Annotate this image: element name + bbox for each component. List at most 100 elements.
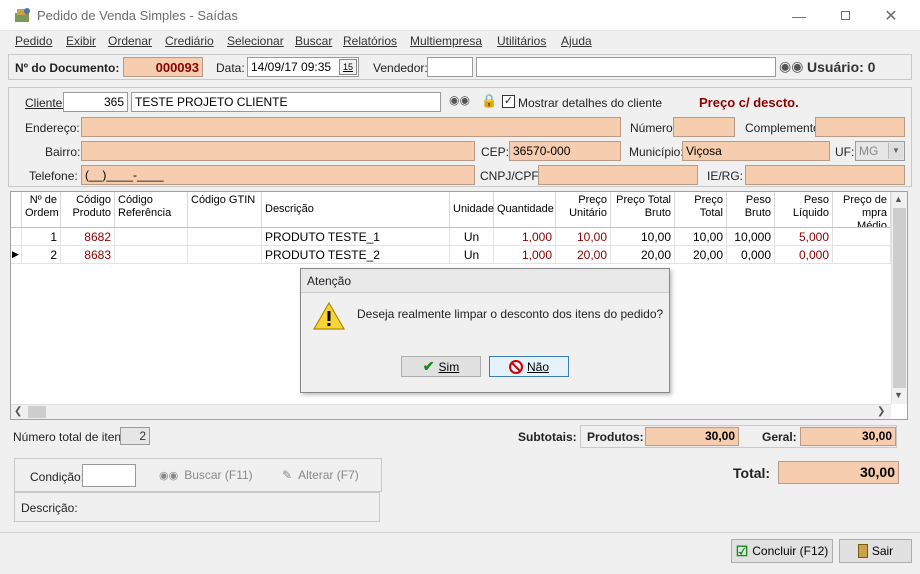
cliente-code-field[interactable]: 365	[63, 92, 128, 112]
scroll-left-icon[interactable]: ❮	[14, 406, 22, 417]
cell-pesobruto[interactable]: 10,000	[727, 228, 775, 246]
cell-quantidade[interactable]: 1,000	[494, 228, 556, 246]
calendar-icon[interactable]: 15	[339, 59, 357, 75]
vendedor-name-field[interactable]	[476, 57, 776, 77]
cliente-binoculars-icon[interactable]: ◉◉	[449, 93, 470, 107]
col-precomedio[interactable]: Preço de mpra Médio	[833, 192, 891, 228]
geral-label: Geral:	[762, 430, 797, 444]
col-codprod[interactable]: Código Produto	[61, 192, 115, 228]
col-codref[interactable]: Código Referência	[115, 192, 188, 228]
alterar-button[interactable]: ✎ Alterar (F7)	[282, 468, 359, 482]
col-quantidade[interactable]: Quantidade	[494, 192, 556, 228]
uf-select[interactable]: MG ▼	[855, 141, 905, 161]
col-descricao[interactable]: Descrição	[262, 192, 450, 228]
cell-precototal[interactable]: 20,00	[675, 246, 727, 264]
cnpj-field[interactable]	[538, 165, 698, 185]
col-precototal[interactable]: Preço Total	[675, 192, 727, 228]
mostrar-checkbox[interactable]: ✓	[502, 95, 515, 108]
condicao-label: Condição:	[30, 470, 85, 484]
condicao-field[interactable]	[82, 464, 136, 487]
sim-button[interactable]: ✔ Sim	[401, 356, 481, 377]
cell-precototbruto[interactable]: 20,00	[611, 246, 675, 264]
col-ordem[interactable]: Nº de Ordem	[22, 192, 61, 228]
cell-unidade[interactable]: Un	[450, 246, 494, 264]
binoculars-icon[interactable]: ◉◉	[779, 58, 803, 75]
cell-descricao[interactable]: PRODUTO TESTE_2	[262, 246, 450, 264]
menu-ordenar[interactable]: Ordenar	[108, 34, 152, 48]
chevron-down-icon[interactable]: ▼	[888, 143, 903, 159]
cell-codref[interactable]	[115, 246, 188, 264]
nao-button[interactable]: Não	[489, 356, 569, 377]
col-gtin[interactable]: Código GTIN	[188, 192, 262, 228]
cell-precounit[interactable]: 10,00	[556, 228, 611, 246]
menu-multiempresa[interactable]: Multiempresa	[410, 34, 482, 48]
cell-pesoliq[interactable]: 5,000	[775, 228, 833, 246]
maximize-button[interactable]	[822, 0, 868, 31]
buscar-button[interactable]: ◉◉ Buscar (F11)	[159, 468, 253, 482]
data-field[interactable]: 14/09/17 09:35 15	[247, 57, 359, 77]
menu-crediario[interactable]: Crediário	[165, 34, 214, 48]
minimize-button[interactable]: —	[776, 0, 822, 31]
exit-door-icon	[857, 544, 868, 558]
data-value: 14/09/17 09:35	[251, 60, 332, 74]
sair-button[interactable]: Sair	[839, 539, 912, 563]
cell-gtin[interactable]	[188, 228, 262, 246]
col-pesoliq[interactable]: Peso Líquido	[775, 192, 833, 228]
close-button[interactable]: ✕	[868, 0, 914, 31]
menu-selecionar[interactable]: Selecionar	[227, 34, 284, 48]
horizontal-scrollbar[interactable]: ❮ ❯	[11, 404, 891, 419]
doc-number-field[interactable]: 000093	[123, 57, 203, 77]
scroll-down-icon[interactable]: ▼	[894, 390, 903, 400]
concluir-button[interactable]: ☑ Concluir (F12)	[731, 539, 833, 563]
cell-precounit[interactable]: 20,00	[556, 246, 611, 264]
cell-precomedio[interactable]	[833, 246, 891, 264]
menu-relatorios[interactable]: Relatórios	[343, 34, 397, 48]
vertical-scrollbar[interactable]: ▲ ▼	[891, 192, 907, 404]
descricao-label: Descrição:	[21, 501, 78, 515]
cell-precomedio[interactable]	[833, 228, 891, 246]
menu-utilitarios[interactable]: Utilitários	[497, 34, 546, 48]
cell-codprod[interactable]: 8683	[61, 246, 115, 264]
cell-unidade[interactable]: Un	[450, 228, 494, 246]
dialog-title: Atenção	[307, 274, 352, 288]
col-precounit[interactable]: Preço Unitário	[556, 192, 611, 228]
menu-pedido[interactable]: Pedido	[15, 34, 52, 48]
telefone-field[interactable]: (__)____-____	[81, 165, 475, 185]
cell-pesoliq[interactable]: 0,000	[775, 246, 833, 264]
cell-quantidade[interactable]: 1,000	[494, 246, 556, 264]
numero-field[interactable]	[673, 117, 735, 137]
menu-ajuda[interactable]: Ajuda	[561, 34, 592, 48]
menu-buscar[interactable]: Buscar	[295, 34, 332, 48]
complemento-field[interactable]	[815, 117, 905, 137]
bairro-field[interactable]	[81, 141, 475, 161]
cell-codref[interactable]	[115, 228, 188, 246]
cell-precototbruto[interactable]: 10,00	[611, 228, 675, 246]
cep-field[interactable]: 36570-000	[509, 141, 621, 161]
cell-codprod[interactable]: 8682	[61, 228, 115, 246]
ie-field[interactable]	[745, 165, 905, 185]
hscroll-thumb[interactable]	[28, 406, 46, 418]
cell-pesobruto[interactable]: 0,000	[727, 246, 775, 264]
lock-icon[interactable]: 🔒	[481, 93, 497, 109]
uf-value: MG	[859, 144, 879, 158]
data-label: Data:	[216, 61, 245, 75]
endereco-field[interactable]	[81, 117, 621, 137]
scroll-thumb[interactable]	[893, 208, 906, 388]
cell-precototal[interactable]: 10,00	[675, 228, 727, 246]
total-label: Total:	[733, 465, 771, 481]
municipio-field[interactable]: Viçosa	[682, 141, 830, 161]
menu-exibir[interactable]: Exibir	[66, 34, 96, 48]
cliente-name-field[interactable]: TESTE PROJETO CLIENTE	[131, 92, 441, 112]
cell-gtin[interactable]	[188, 246, 262, 264]
col-unidade[interactable]: Unidade	[450, 192, 494, 228]
vendedor-code-field[interactable]	[427, 57, 473, 77]
cell-ordem[interactable]: 2	[22, 246, 61, 264]
scroll-up-icon[interactable]: ▲	[894, 194, 903, 204]
col-precototbruto[interactable]: Preço Total Bruto	[611, 192, 675, 228]
subtotais-panel: Produtos: 30,00 Geral: 30,00	[580, 425, 897, 448]
dialog-titlebar: Atenção	[301, 269, 669, 293]
cell-ordem[interactable]: 1	[22, 228, 61, 246]
scroll-right-icon[interactable]: ❯	[877, 406, 885, 417]
col-pesobruto[interactable]: Peso Bruto	[727, 192, 775, 228]
cell-descricao[interactable]: PRODUTO TESTE_1	[262, 228, 450, 246]
